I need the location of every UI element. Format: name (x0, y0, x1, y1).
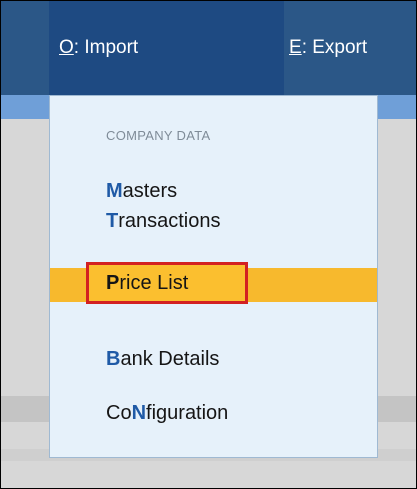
import-hotkey: O (59, 37, 74, 58)
transactions-hotkey: T (106, 210, 119, 232)
section-header-company-data: COMPANY DATA (106, 128, 211, 143)
import-dropdown: COMPANY DATA Masters Transactions Price … (49, 95, 378, 458)
masters-hotkey: M (106, 180, 123, 202)
import-menu-label[interactable]: O: Import (49, 37, 138, 59)
menu-item-masters[interactable]: Masters (106, 180, 177, 203)
export-menu-label[interactable]: E: Export (284, 37, 367, 59)
masters-text: asters (122, 180, 178, 202)
menu-item-transactions[interactable]: Transactions (106, 210, 221, 233)
menu-item-bank-details[interactable]: Bank Details (106, 348, 219, 371)
import-menu[interactable]: O: Import (49, 1, 284, 95)
app-window: O: Import E: Export COMPANY DATA Masters… (0, 0, 417, 489)
price-list-hotkey: P (106, 272, 120, 294)
bank-details-text: ank Details (120, 348, 220, 370)
export-hotkey: E (289, 37, 302, 58)
bank-details-hotkey: B (106, 348, 121, 370)
price-list-text: rice List (119, 272, 189, 294)
configuration-prefix: Co (106, 402, 132, 424)
configuration-hotkey: N (131, 402, 147, 424)
export-text: Export (306, 37, 368, 58)
export-menu[interactable]: E: Export (284, 1, 416, 95)
transactions-text: ransactions (118, 210, 221, 232)
configuration-text: figuration (146, 402, 229, 424)
menu-item-configuration[interactable]: CoNfiguration (106, 402, 228, 425)
menu-item-price-list[interactable]: Price List (106, 272, 188, 295)
import-text: Import (79, 37, 139, 58)
